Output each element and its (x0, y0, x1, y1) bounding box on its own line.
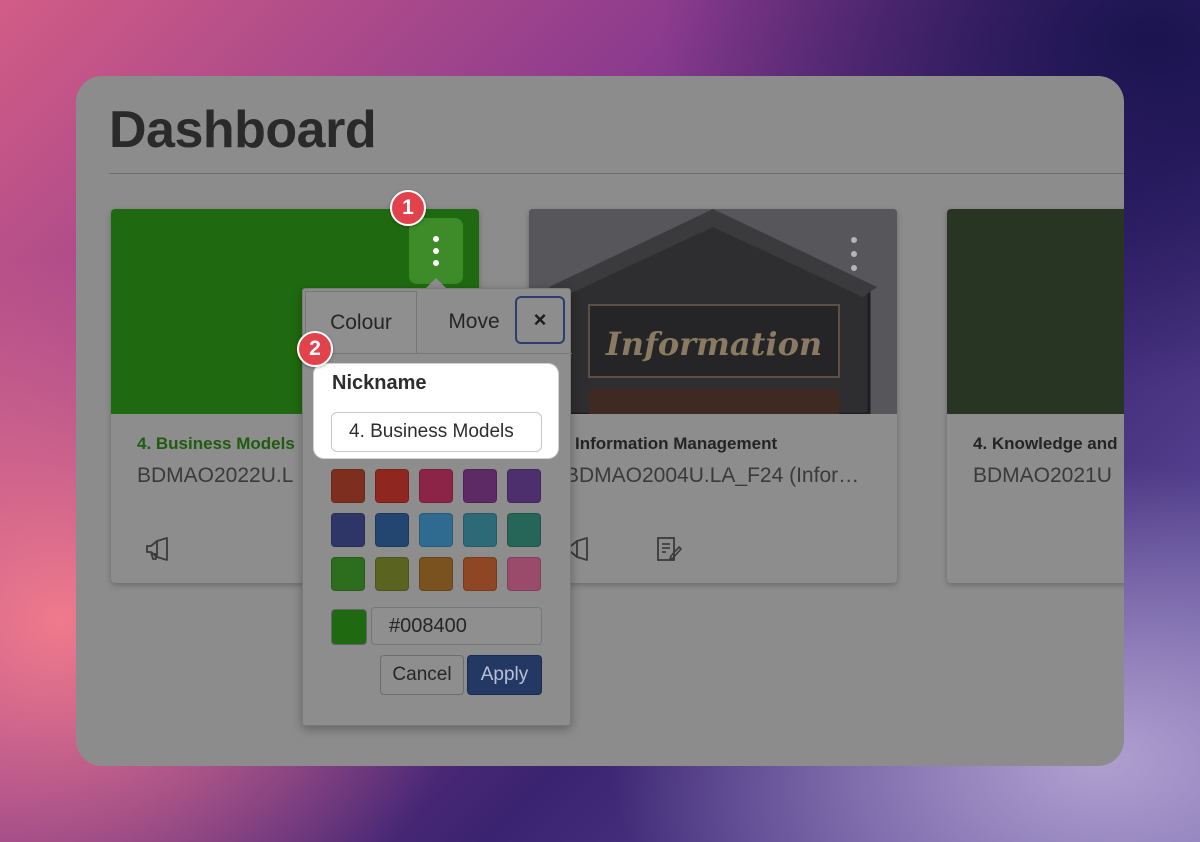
selected-color-preview (331, 609, 367, 645)
course-name-link[interactable]: Information Management (575, 434, 777, 454)
dashboard-window: Dashboard 4. Business Models BDMAO2022U.… (76, 76, 1124, 766)
color-swatch[interactable] (331, 469, 365, 503)
apply-button[interactable]: Apply (467, 655, 542, 695)
course-code: BDMAO2022U.L (137, 464, 294, 487)
color-swatch[interactable] (463, 513, 497, 547)
page-title: Dashboard (109, 101, 377, 159)
course-card-hero[interactable] (947, 209, 1124, 414)
nickname-label: Nickname (332, 372, 427, 394)
tab-divider (303, 353, 572, 354)
course-card-knowledge[interactable]: 4. Knowledge and BDMAO2021U (947, 209, 1124, 583)
hex-color-input[interactable] (371, 607, 542, 645)
cancel-button[interactable]: Cancel (380, 655, 464, 695)
color-swatch[interactable] (331, 513, 365, 547)
color-swatch[interactable] (331, 557, 365, 591)
course-card-body: Information Management BDMAO2004U.LA_F24… (529, 414, 897, 583)
information-sign-caption: Information (605, 325, 822, 363)
card-options-kebab[interactable] (849, 237, 859, 271)
step-badge-1: 1 (390, 190, 426, 226)
color-swatch[interactable] (507, 513, 541, 547)
course-name-link[interactable]: 4. Business Models (137, 434, 295, 454)
course-card-body: 4. Knowledge and BDMAO2021U (947, 414, 1124, 583)
close-popover-button[interactable]: × (515, 296, 565, 344)
color-swatch[interactable] (419, 513, 453, 547)
tab-move[interactable]: Move (431, 291, 517, 353)
nickname-input[interactable] (331, 412, 542, 452)
assignment-icon[interactable] (653, 534, 683, 564)
close-icon: × (533, 307, 547, 332)
color-swatch[interactable] (507, 557, 541, 591)
information-sign-image: Information (529, 209, 897, 414)
color-swatch[interactable] (375, 513, 409, 547)
color-swatch[interactable] (419, 469, 453, 503)
color-swatch[interactable] (463, 469, 497, 503)
color-swatch[interactable] (419, 557, 453, 591)
color-swatch[interactable] (375, 557, 409, 591)
color-swatch[interactable] (375, 469, 409, 503)
course-card-information-management[interactable]: Information Information Management BDMAO… (529, 209, 897, 583)
course-card-hero-image[interactable]: Information (529, 209, 897, 414)
color-swatch[interactable] (463, 557, 497, 591)
course-code: BDMAO2021U (973, 464, 1112, 487)
course-name-link[interactable]: 4. Knowledge and (973, 434, 1118, 454)
step-badge-2: 2 (297, 331, 333, 367)
color-swatch[interactable] (507, 469, 541, 503)
title-divider (109, 173, 1124, 174)
nickname-panel: Nickname (314, 364, 558, 458)
course-code: BDMAO2004U.LA_F24 (Infor… (565, 464, 860, 487)
card-options-kebab-active[interactable] (409, 218, 463, 284)
megaphone-icon[interactable] (143, 534, 173, 564)
